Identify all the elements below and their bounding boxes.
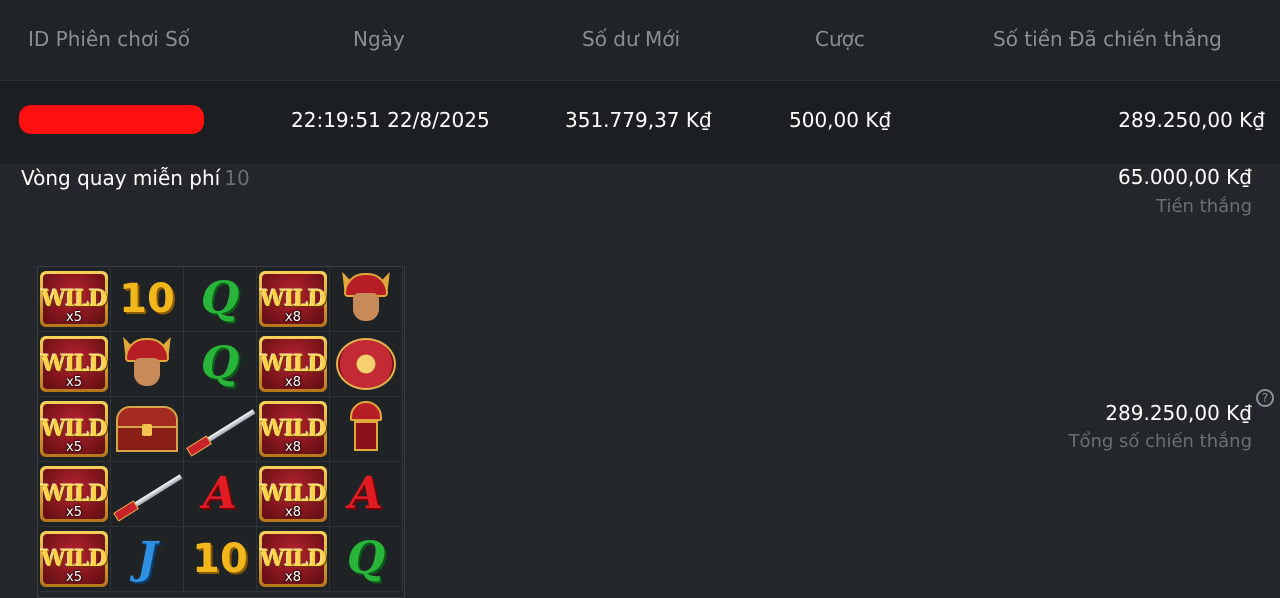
header-bet: Cược	[815, 27, 865, 51]
help-icon[interactable]: ?	[1256, 389, 1274, 407]
wild-multiplier: x5	[66, 310, 82, 325]
total-win-label: Tổng số chiến thắng	[1068, 431, 1252, 452]
header-win-amount: Số tiền Đã chiến thắng	[993, 27, 1222, 51]
reel-grid: WILD x5 10 Q WILD x8 WILD x5 Q WILD x8 WILD x5 WILD x8…	[37, 266, 405, 598]
katana-icon	[112, 466, 183, 522]
reel-cell: Q	[184, 332, 257, 397]
wild-symbol-icon: WILD x8	[259, 336, 327, 392]
wild-symbol-icon: WILD x5	[40, 336, 108, 392]
katana-icon	[185, 401, 256, 457]
reel-cell: WILD x5	[38, 332, 111, 397]
symbol-a-icon: A	[202, 468, 238, 519]
wild-symbol-icon: WILD x5	[40, 271, 108, 327]
reel-cell: WILD x5	[38, 267, 111, 332]
wild-multiplier: x5	[66, 570, 82, 585]
reel-cell: WILD x8	[257, 527, 330, 592]
row-new-balance: 351.779,37 K₫	[565, 108, 712, 132]
reel-cell: 10	[111, 267, 184, 332]
wild-symbol-icon: WILD x8	[259, 271, 327, 327]
reel-cell	[330, 397, 403, 462]
redacted-session-id	[19, 105, 204, 134]
reel-cell: J	[111, 527, 184, 592]
wild-multiplier: x8	[285, 375, 301, 390]
header-session-id: ID Phiên chơi Số	[28, 27, 191, 51]
samurai-icon	[117, 334, 177, 392]
wild-symbol-icon: WILD x5	[40, 531, 108, 587]
symbol-10-icon: 10	[119, 276, 175, 322]
free-spins-label: Vòng quay miễn phí 10	[21, 165, 250, 191]
free-spins-win-amount: 65.000,00 K₫	[1118, 165, 1252, 189]
wild-multiplier: x8	[285, 570, 301, 585]
row-win-amount: 289.250,00 K₫	[1118, 108, 1265, 132]
symbol-q-icon: Q	[200, 338, 240, 389]
reel-cell	[111, 397, 184, 462]
wild-symbol-icon: WILD x5	[40, 401, 108, 457]
reel-cell: A	[330, 462, 403, 527]
free-spins-win-label: Tiền thắng	[1156, 196, 1252, 217]
symbol-j-icon: J	[136, 533, 158, 584]
reel-cell: WILD x5	[38, 462, 111, 527]
reel-cell	[330, 267, 403, 332]
reel-cell: Q	[330, 527, 403, 592]
header-new-balance: Số dư Mới	[582, 27, 681, 51]
row-bet: 500,00 K₫	[789, 108, 892, 132]
wild-multiplier: x5	[66, 440, 82, 455]
war-fan-icon	[336, 338, 396, 390]
wild-symbol-icon: WILD x5	[40, 466, 108, 522]
wild-symbol-icon: WILD x8	[259, 466, 327, 522]
reel-cell: WILD x8	[257, 267, 330, 332]
reel-cell: WILD x5	[38, 397, 111, 462]
samurai-armor-icon	[346, 401, 386, 457]
total-win-amount: 289.250,00 K₫	[1105, 401, 1252, 425]
table-row[interactable]: 22:19:51 22/8/2025 351.779,37 K₫ 500,00 …	[0, 81, 1280, 164]
reel-cell: WILD x8	[257, 397, 330, 462]
symbol-q-icon: Q	[346, 533, 386, 584]
wild-multiplier: x8	[285, 440, 301, 455]
reel-cell: 10	[184, 527, 257, 592]
reel-cell: Q	[184, 267, 257, 332]
reel-cell: WILD x8	[257, 332, 330, 397]
symbol-q-icon: Q	[200, 273, 240, 324]
wild-symbol-icon: WILD x8	[259, 531, 327, 587]
reel-cell	[111, 332, 184, 397]
symbol-10-icon: 10	[192, 536, 248, 582]
reel-cell: A	[184, 462, 257, 527]
wild-multiplier: x5	[66, 375, 82, 390]
table-header: ID Phiên chơi Số Ngày Số dư Mới Cược Số …	[0, 0, 1280, 81]
wild-symbol-icon: WILD x8	[259, 401, 327, 457]
samurai-icon	[336, 269, 396, 327]
reel-cell	[330, 332, 403, 397]
free-spins-text: Vòng quay miễn phí	[21, 166, 221, 190]
reel-cell: WILD x8	[257, 462, 330, 527]
reel-cell	[184, 397, 257, 462]
treasure-chest-icon	[114, 404, 180, 454]
row-date: 22:19:51 22/8/2025	[291, 108, 490, 132]
wild-multiplier: x5	[66, 505, 82, 520]
reel-cell: WILD x5	[38, 527, 111, 592]
reel-cell	[111, 462, 184, 527]
symbol-a-icon: A	[348, 468, 384, 519]
wild-multiplier: x8	[285, 505, 301, 520]
free-spins-count: 10	[224, 166, 250, 190]
header-date: Ngày	[353, 27, 405, 51]
wild-multiplier: x8	[285, 310, 301, 325]
